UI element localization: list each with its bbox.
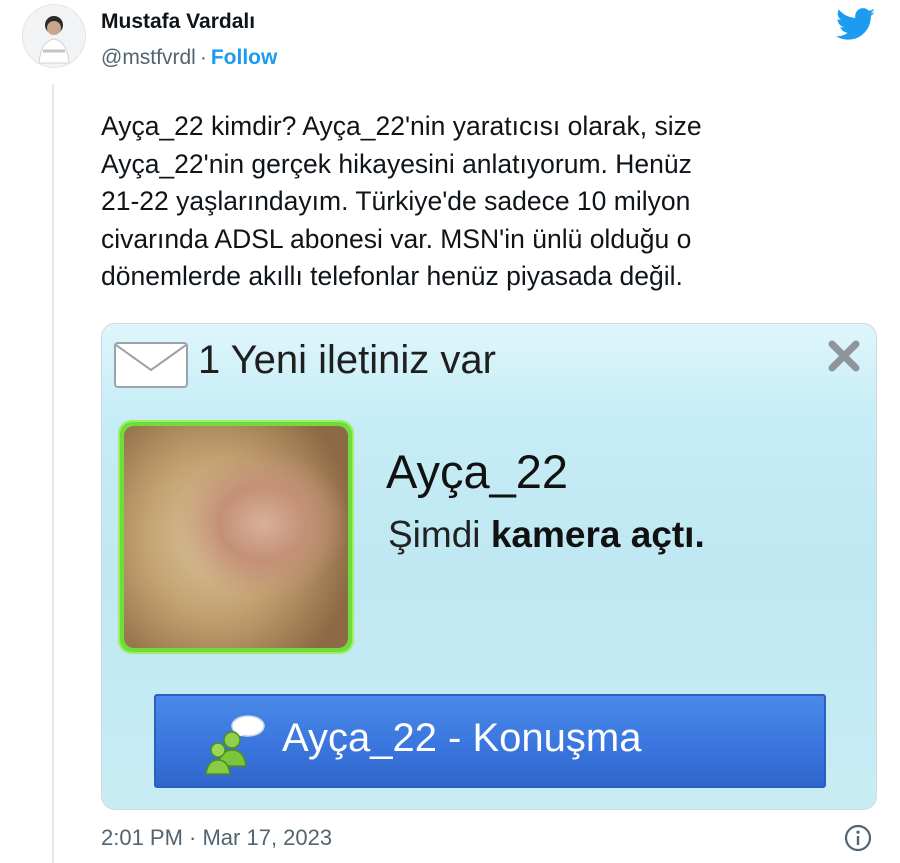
status-message: Şimdi kamera açtı. (388, 514, 705, 556)
chat-button-label: Ayça_22 - Konuşma (282, 716, 642, 760)
author-name[interactable]: Mustafa Vardalı (101, 10, 255, 34)
info-icon[interactable] (844, 824, 872, 852)
msn-buddy-icon (205, 715, 265, 775)
tweet-text: Ayça_22 kimdir? Ayça_22'nin yaratıcısı o… (101, 111, 702, 291)
contact-name: Ayça_22 (386, 445, 569, 498)
envelope-icon (114, 342, 188, 388)
author-avatar[interactable] (22, 4, 86, 68)
notification-title: 1 Yeni iletiniz var (198, 338, 496, 382)
status-bold: kamera açtı. (490, 514, 705, 555)
separator-dot: · (199, 46, 207, 69)
person-avatar-icon (23, 5, 85, 67)
follow-button[interactable]: Follow (211, 46, 278, 69)
chat-button[interactable]: Ayça_22 - Konuşma (154, 694, 826, 788)
thread-rail (52, 84, 54, 863)
author-handle[interactable]: @mstfvrdl (101, 46, 196, 69)
contact-photo-frame (118, 420, 354, 654)
tweet-timestamp[interactable]: 2:01 PM · Mar 17, 2023 (101, 825, 332, 851)
tweet-media-image[interactable]: 1 Yeni iletiniz var Ayça_22 Şimdi kamera… (101, 323, 877, 810)
contact-photo (124, 426, 348, 648)
twitter-bird-icon[interactable] (836, 8, 876, 41)
author-handle-line: @mstfvrdl · Follow (101, 46, 277, 70)
close-icon[interactable] (826, 338, 862, 374)
status-prefix: Şimdi (388, 514, 491, 555)
